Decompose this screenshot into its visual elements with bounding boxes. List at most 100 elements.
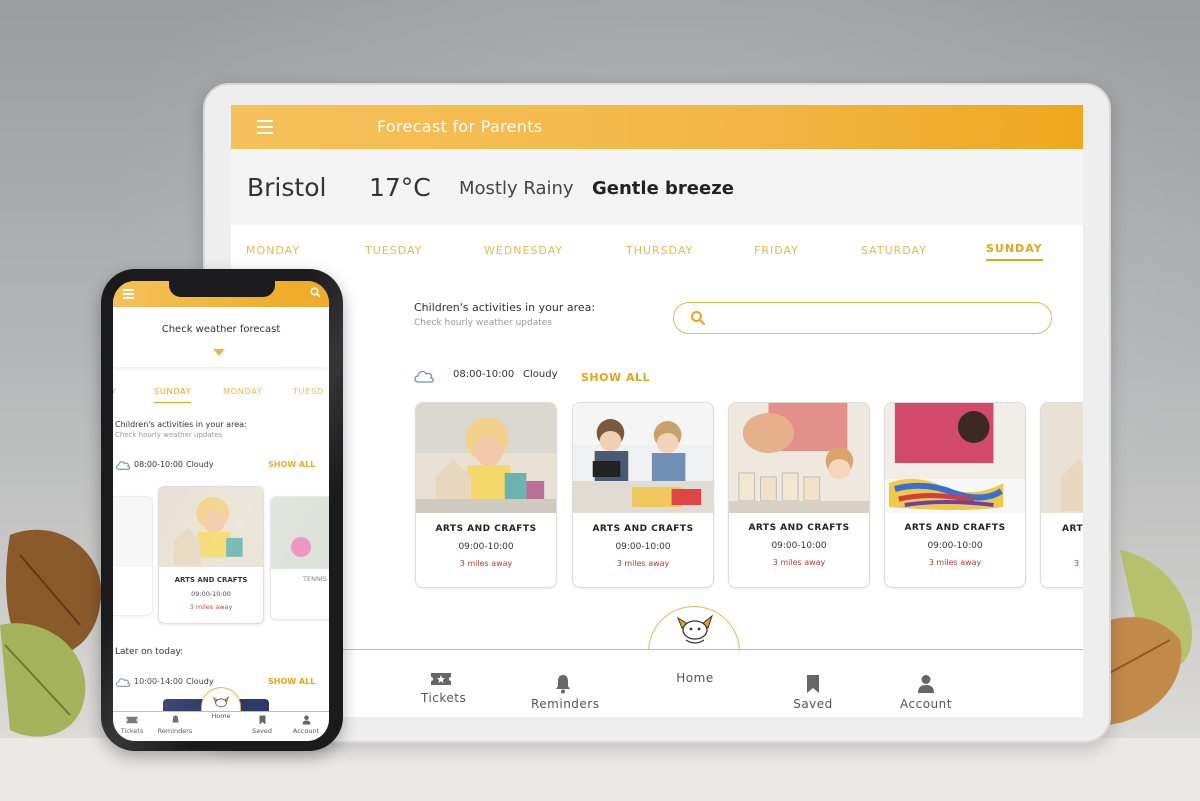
card-time: 09:00-10:00 xyxy=(458,542,514,552)
nav-home-label: Home xyxy=(676,671,714,685)
tab-partial-day[interactable]: Y xyxy=(113,387,117,396)
activity-card[interactable]: ARTS AND CRAFTS 09:00-10:00 3 miles away xyxy=(158,486,264,624)
temperature: 17°C xyxy=(369,173,431,202)
card-title: ARTS AND CRAFTS xyxy=(592,524,694,534)
nav-account-label: Account xyxy=(900,697,952,711)
nav-home-label: Home xyxy=(211,712,231,720)
card-title: ARTS AND CRAFTS xyxy=(904,523,1006,533)
tab-sunday[interactable]: SUNDAY xyxy=(986,242,1043,261)
activity-photo-girl-painting xyxy=(416,403,556,513)
activity-card[interactable]: ARTS AND CRAFTS 09:00-10:00 3 miles away xyxy=(572,402,714,588)
show-all-link[interactable]: SHOW ALL xyxy=(581,371,650,384)
activity-card[interactable]: ART 3 xyxy=(1040,402,1083,588)
menu-icon[interactable] xyxy=(257,120,273,134)
nav-account[interactable]: Account xyxy=(899,674,953,711)
cloud-icon xyxy=(116,678,131,687)
time-slot: 08:00-10:00 xyxy=(453,369,515,380)
section-title: Children's activities in your area: xyxy=(115,420,247,429)
activity-photo-kids-tablet xyxy=(573,403,713,513)
phone-bottom-nav: Tickets Reminders Home Saved Account xyxy=(113,696,329,741)
card-time: 09:00-10:00 xyxy=(927,541,983,551)
tab-wednesday[interactable]: WEDNESDAY xyxy=(484,244,563,257)
card-distance: 3 miles away xyxy=(459,559,513,568)
time-slot: 10:00-14:00 xyxy=(134,677,183,686)
later-heading: Later on today: xyxy=(115,647,184,657)
nav-account[interactable]: Account xyxy=(289,715,323,735)
activity-card[interactable]: ARTS AND CRAFTS 09:00-10:00 3 miles away xyxy=(884,402,1026,588)
nav-reminders-label: Reminders xyxy=(157,727,193,735)
section-title: Children's activities in your area: xyxy=(414,301,596,314)
nav-home[interactable]: Home xyxy=(672,610,718,685)
card-distance: 3 xyxy=(1074,559,1080,568)
activity-photo-tennis xyxy=(271,497,329,569)
menu-icon[interactable] xyxy=(123,289,134,299)
nav-reminders[interactable]: Reminders xyxy=(531,674,600,711)
search-icon xyxy=(691,311,705,325)
show-all-link[interactable]: SHOW ALL xyxy=(268,677,315,686)
card-title: ARTS AND CRAFTS xyxy=(174,576,248,584)
tab-friday[interactable]: FRIDAY xyxy=(754,244,799,257)
slot-weather: Cloudy xyxy=(523,369,558,380)
nav-reminders[interactable]: Reminders xyxy=(155,715,195,735)
search-input[interactable] xyxy=(673,302,1052,334)
wind-description: Gentle breeze xyxy=(592,178,734,199)
nav-tickets-label: Tickets xyxy=(421,691,467,705)
nav-home[interactable]: Home xyxy=(205,694,237,720)
slot-weather: Cloudy xyxy=(186,677,214,686)
bell-icon xyxy=(556,675,570,694)
time-slot: 08:00-10:00 xyxy=(134,460,183,469)
activity-card[interactable]: ARTS AND CRAFTS 09:00-10:00 3 miles away xyxy=(728,402,870,588)
search-icon[interactable] xyxy=(310,287,321,298)
tab-tuesday[interactable]: TUESDAY xyxy=(365,244,422,257)
nav-saved[interactable]: Saved xyxy=(249,715,275,735)
cloud-icon xyxy=(414,370,434,383)
phone-screen: Check weather forecast Y SUNDAY MONDAY T… xyxy=(113,281,329,741)
activity-photo-painting xyxy=(885,403,1025,513)
ticket-icon xyxy=(431,673,451,685)
check-forecast-label: Check weather forecast xyxy=(161,324,281,335)
phone-notch xyxy=(169,281,275,297)
activity-photo-jars-craft xyxy=(729,403,869,513)
card-title: ART xyxy=(1062,524,1083,534)
forecast-toggle[interactable]: Check weather forecast xyxy=(113,307,329,367)
nav-tickets-label: Tickets xyxy=(120,727,144,735)
bottom-nav: Tickets Reminders Home Saved Account xyxy=(231,614,1083,717)
activities-heading: Children's activities in your area: Chec… xyxy=(414,301,595,328)
tab-monday[interactable]: MONDAY xyxy=(246,244,300,257)
app-title: Forecast for Parents xyxy=(377,117,543,136)
user-icon xyxy=(302,715,310,725)
bookmark-icon xyxy=(807,675,819,693)
activity-card[interactable]: TENNIS xyxy=(270,496,329,620)
activity-card[interactable]: ARTS AND CRAFTS 09:00-10:00 3 miles away xyxy=(415,402,557,588)
home-mascot-icon xyxy=(212,696,230,708)
nav-tickets[interactable]: Tickets xyxy=(117,715,147,735)
bookmark-icon xyxy=(259,715,265,725)
tab-monday[interactable]: MONDAY xyxy=(223,387,263,396)
nav-tickets[interactable]: Tickets xyxy=(421,670,467,705)
card-time: 09:00-10:00 xyxy=(771,541,827,551)
tablet-screen: Forecast for Parents Bristol 17°C Mostly… xyxy=(231,105,1083,717)
slot-weather: Cloudy xyxy=(186,460,214,469)
tab-saturday[interactable]: SATURDAY xyxy=(861,244,927,257)
tab-thursday[interactable]: THURSDAY xyxy=(626,244,693,257)
tab-sunday[interactable]: SUNDAY xyxy=(154,387,192,403)
section-subtitle: Check hourly weather updates xyxy=(115,431,223,439)
card-distance: 3 miles away xyxy=(928,558,982,567)
weather-condition: Mostly Rainy xyxy=(459,178,574,199)
activity-card-partial[interactable] xyxy=(113,496,153,616)
show-all-link[interactable]: SHOW ALL xyxy=(268,460,315,469)
day-tabs: MONDAY TUESDAY WEDNESDAY THURSDAY FRIDAY… xyxy=(231,225,1083,269)
tab-tuesday[interactable]: TUESD xyxy=(293,387,324,396)
home-mascot-icon xyxy=(676,614,714,644)
card-time: 09:00-10:00 xyxy=(191,590,231,598)
activity-photo-girl-painting xyxy=(159,487,263,567)
card-title: TENNIS xyxy=(303,575,327,583)
card-distance: 3 miles away xyxy=(616,559,670,568)
nav-saved[interactable]: Saved xyxy=(791,674,835,711)
card-distance: 3 miles away xyxy=(189,603,233,611)
card-title: ARTS AND CRAFTS xyxy=(435,524,537,534)
nav-reminders-label: Reminders xyxy=(531,697,600,711)
cloud-icon xyxy=(116,461,131,470)
bell-icon xyxy=(171,715,179,723)
expand-triangle-icon xyxy=(213,349,225,356)
